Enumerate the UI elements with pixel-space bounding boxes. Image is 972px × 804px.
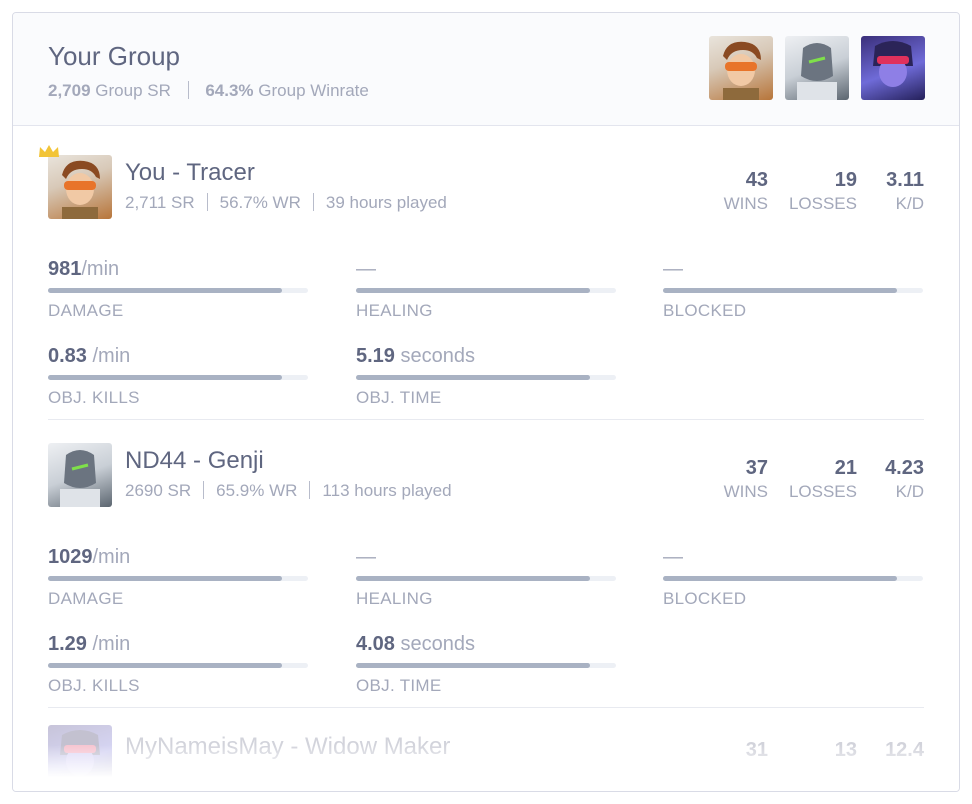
wins-stat: 43 WINS — [698, 169, 768, 214]
damage-bar — [48, 576, 282, 581]
healing-bar — [356, 576, 590, 581]
row-divider — [48, 419, 924, 420]
healing-value: — — [356, 546, 376, 568]
objtime-bar — [356, 375, 590, 380]
group-header: Your Group 2,709 Group SR 64.3% Group Wi… — [13, 13, 959, 126]
blocked-label: BLOCKED — [663, 301, 747, 320]
losses-stat: 21 LOSSES — [778, 457, 857, 502]
group-sr-label: Group SR — [95, 81, 171, 100]
blocked-value: — — [663, 258, 683, 280]
group-winrate-value: 64.3% — [205, 81, 254, 100]
tracer-portrait-icon[interactable] — [709, 36, 773, 100]
objkills-value: 0.83 — [48, 345, 87, 367]
losses-value: 21 — [834, 457, 857, 479]
damage-bar — [48, 288, 282, 293]
genji-portrait-icon[interactable] — [48, 443, 112, 507]
blocked-bar — [663, 576, 897, 581]
damage-metric: 981/min DAMAGE — [48, 258, 308, 320]
healing-label: HEALING — [356, 589, 433, 608]
blocked-bar — [663, 288, 897, 293]
row-divider — [48, 707, 924, 708]
objtime-label: OBJ. TIME — [356, 388, 442, 407]
genji-portrait-icon[interactable] — [785, 36, 849, 100]
player-hours: 39 hours played — [325, 193, 447, 212]
objkills-metric: 0.83 /min OBJ. KILLS — [48, 345, 308, 407]
objtime-value: 5.19 — [356, 345, 395, 367]
player-wr: 56.7% WR — [219, 193, 301, 212]
objkills-value: 1.29 — [48, 633, 87, 655]
damage-value: 1029 — [48, 546, 93, 568]
player-wr: 65.9% WR — [216, 481, 298, 500]
group-winrate-label: Group Winrate — [258, 81, 369, 100]
damage-unit: /min — [81, 258, 120, 280]
kd-stat: 3.11 K/D — [864, 169, 924, 214]
group-avatars — [709, 36, 925, 100]
kd-label: K/D — [895, 482, 924, 501]
damage-label: DAMAGE — [48, 301, 124, 320]
objkills-bar — [48, 375, 282, 380]
divider — [187, 81, 189, 99]
healing-metric: — HEALING — [356, 258, 616, 320]
wins-label: WINS — [723, 482, 768, 501]
blocked-metric: — BLOCKED — [663, 258, 923, 320]
objtime-unit: seconds — [394, 633, 475, 655]
player-sr: 2690 SR — [125, 481, 192, 500]
kd-stat: 4.23 K/D — [864, 457, 924, 502]
blocked-value: — — [663, 546, 683, 568]
group-meta: 2,709 Group SR 64.3% Group Winrate — [48, 81, 369, 101]
objkills-unit: /min — [86, 345, 131, 367]
group-sr-value: 2,709 — [48, 81, 91, 100]
healing-label: HEALING — [356, 301, 433, 320]
healing-bar — [356, 288, 590, 293]
objtime-bar — [356, 663, 590, 668]
damage-label: DAMAGE — [48, 589, 124, 608]
widowmaker-portrait-icon[interactable] — [861, 36, 925, 100]
divider — [309, 481, 311, 499]
kd-value: 3.11 — [886, 169, 924, 191]
objtime-label: OBJ. TIME — [356, 676, 442, 695]
healing-metric: — HEALING — [356, 546, 616, 608]
group-card: Your Group 2,709 Group SR 64.3% Group Wi… — [12, 12, 960, 792]
divider — [206, 193, 208, 211]
objtime-metric: 4.08 seconds OBJ. TIME — [356, 633, 616, 695]
tracer-portrait-icon[interactable] — [48, 155, 112, 219]
objkills-metric: 1.29 /min OBJ. KILLS — [48, 633, 308, 695]
divider — [203, 481, 205, 499]
blocked-label: BLOCKED — [663, 589, 747, 608]
player-hours: 113 hours played — [322, 481, 452, 500]
losses-stat: 19 LOSSES — [778, 169, 857, 214]
player-meta: 2690 SR 65.9% WR 113 hours played — [125, 481, 452, 501]
objtime-value: 4.08 — [356, 633, 395, 655]
damage-unit: /min — [92, 546, 131, 568]
wins-stat: 37 WINS — [698, 457, 768, 502]
player-sr: 2,711 SR — [125, 193, 195, 212]
divider — [312, 193, 314, 211]
damage-metric: 1029/min DAMAGE — [48, 546, 308, 608]
objtime-metric: 5.19 seconds OBJ. TIME — [356, 345, 616, 407]
player-name: You - Tracer — [125, 159, 255, 186]
player-name: ND44 - Genji — [125, 447, 264, 474]
objkills-label: OBJ. KILLS — [48, 676, 140, 695]
group-title: Your Group — [48, 41, 181, 71]
fade-overlay — [13, 745, 959, 791]
wins-value: 37 — [745, 457, 768, 479]
objtime-unit: seconds — [394, 345, 475, 367]
player-meta: 2,711 SR 56.7% WR 39 hours played — [125, 193, 447, 213]
kd-label: K/D — [895, 194, 924, 213]
objkills-unit: /min — [86, 633, 131, 655]
losses-value: 19 — [834, 169, 857, 191]
objkills-bar — [48, 663, 282, 668]
kd-value: 4.23 — [885, 457, 924, 479]
damage-value: 981 — [48, 258, 82, 280]
wins-value: 43 — [745, 169, 768, 191]
wins-label: WINS — [723, 194, 768, 213]
objkills-label: OBJ. KILLS — [48, 388, 140, 407]
losses-label: LOSSES — [788, 482, 857, 501]
healing-value: — — [356, 258, 376, 280]
losses-label: LOSSES — [788, 194, 857, 213]
blocked-metric: — BLOCKED — [663, 546, 923, 608]
crown-icon — [39, 145, 59, 157]
